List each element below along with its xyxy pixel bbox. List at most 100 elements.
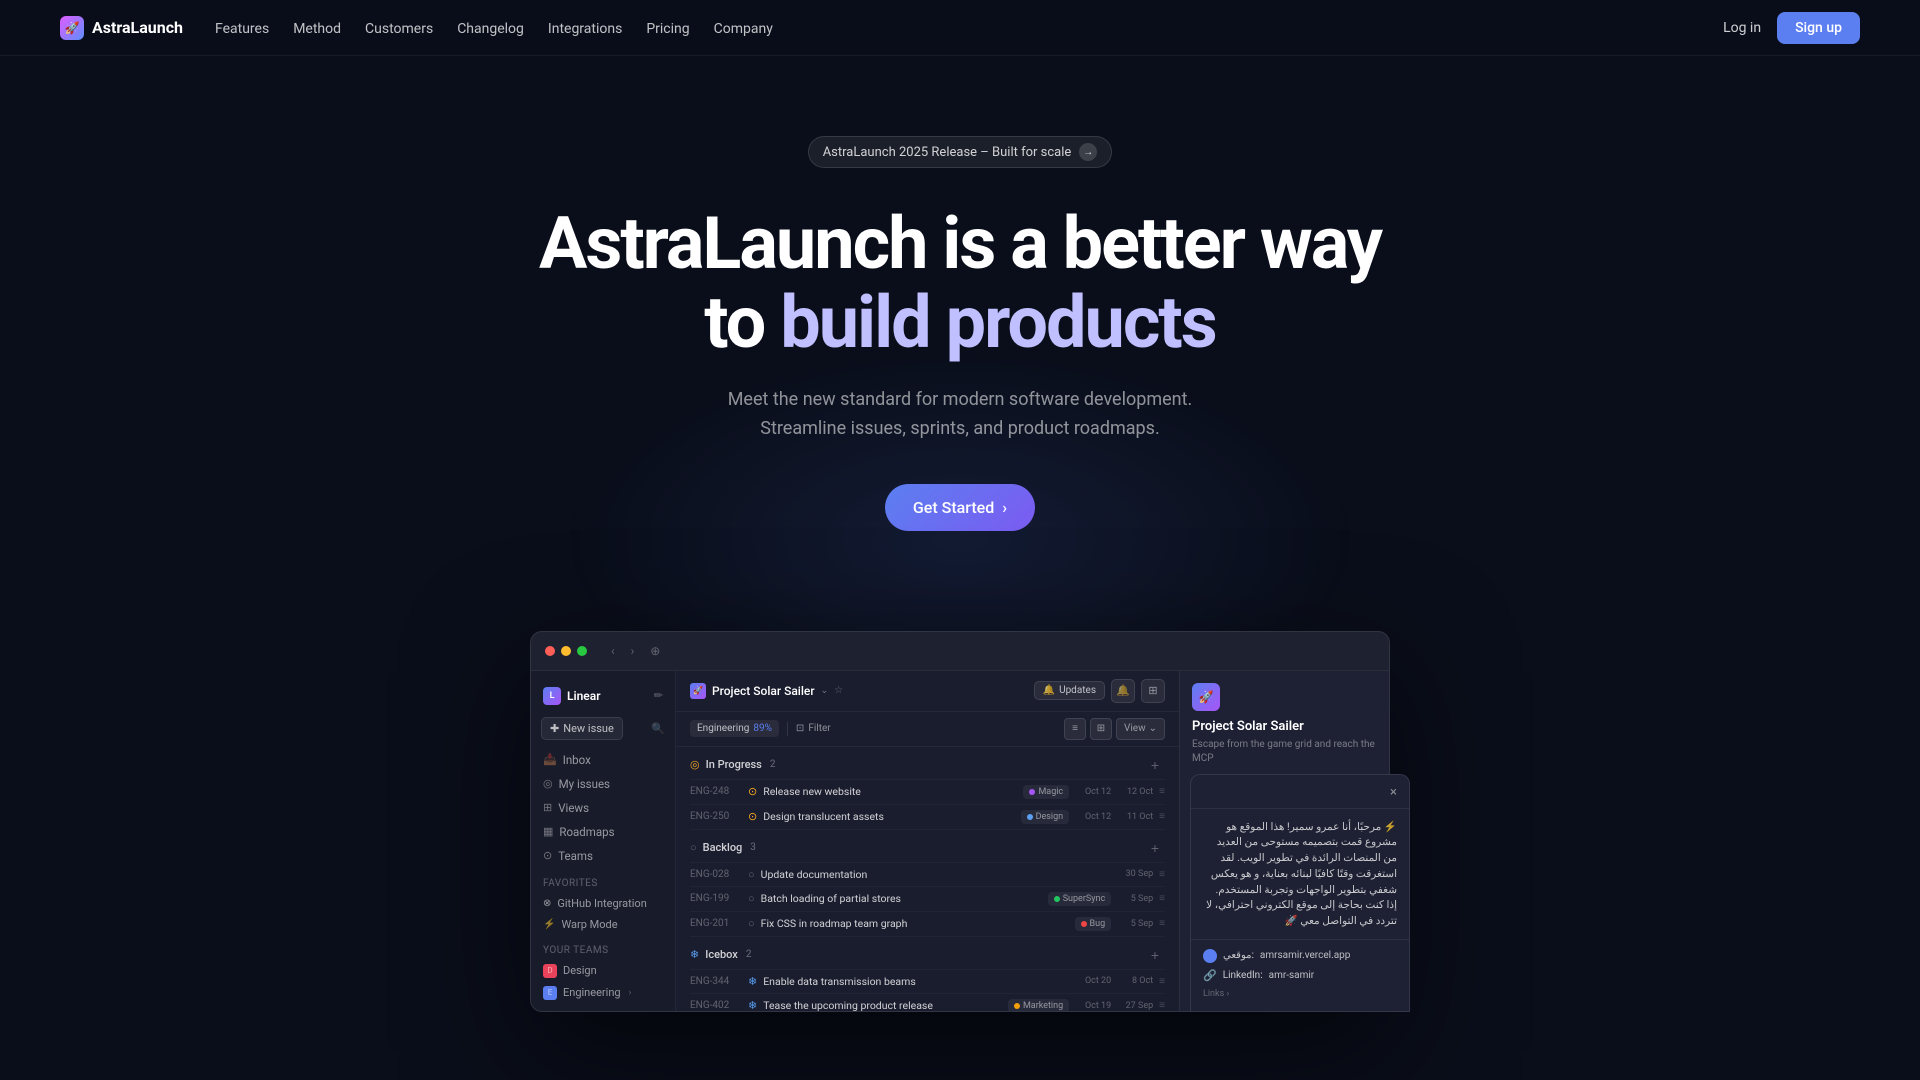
sidebar-team-design[interactable]: D Design [531,960,675,982]
add-in-progress-issue-button[interactable]: + [1145,755,1165,775]
window-back: ‹ [605,642,621,660]
sidebar-search-icon[interactable]: 🔍 [651,722,665,735]
chat-header: × [1191,775,1409,809]
bug-tag-dot [1081,921,1087,927]
design-tag-label: Design [1036,812,1064,822]
sidebar-favorite-github[interactable]: ⊗ GitHub Integration [531,893,675,914]
filter-button[interactable]: ⊡ Filter [796,723,831,734]
issue-248-priority: ≡ [1159,786,1165,797]
sidebar-actions: ✏ [654,689,663,702]
issue-eng-199[interactable]: ENG-199 ○ Batch loading of partial store… [690,887,1165,912]
issue-eng-201[interactable]: ENG-201 ○ Fix CSS in roadmap team graph … [690,912,1165,937]
sidebar-inbox-label: Inbox [563,753,591,767]
issue-344-date2: 8 Oct [1117,976,1153,986]
hero-section: AstraLaunch 2025 Release – Built for sca… [0,56,1920,571]
icebox-group-left: ❄ Icebox 2 [690,948,751,961]
chat-website-link[interactable]: موقعي: amrsamir.vercel.app [1203,946,1397,966]
design-team-icon: D [543,964,557,978]
workspace-name[interactable]: L Linear [543,687,601,705]
sidebar-views-label: Views [558,801,589,815]
hero-subtitle: Meet the new standard for modern softwar… [680,386,1240,444]
marketing-tag-label: Marketing [1023,1001,1063,1011]
in-progress-icon: ◎ [690,758,700,771]
updates-button[interactable]: 🔔 Updates [1034,681,1105,700]
issue-344-date: Oct 20 [1075,976,1111,986]
sidebar-team-engineering[interactable]: E Engineering › [531,982,675,1004]
issue-199-title: Batch loading of partial stores [761,892,1042,905]
issue-id-402: ENG-402 [690,1000,742,1011]
cta-arrow-icon: › [1002,498,1007,517]
nav-pricing[interactable]: Pricing [646,21,689,37]
filter-label: Filter [808,723,830,734]
sidebar-item-my-issues[interactable]: ◎ My issues [531,772,675,796]
cta-button[interactable]: Get Started › [885,484,1035,531]
in-progress-count: 2 [770,759,776,770]
layout-icon[interactable]: ⊞ [1141,679,1165,703]
linkedin-icon: 🔗 [1203,969,1217,982]
window-titlebar: ‹ › ⊕ [531,632,1389,671]
sidebar-github-label: GitHub Integration [557,897,646,910]
issue-344-title: Enable data transmission beams [763,975,1069,988]
issue-344-priority: ≡ [1159,976,1165,987]
nav-features[interactable]: Features [215,21,269,37]
view-dropdown-button[interactable]: View ⌄ [1116,718,1165,740]
signup-button[interactable]: Sign up [1777,12,1860,44]
sidebar-item-inbox[interactable]: 📥 Inbox [531,748,675,772]
in-progress-group: ◎ In Progress 2 + ENG-248 ⊙ Release new … [676,747,1179,830]
marketing-tag-dot [1014,1003,1020,1009]
logo[interactable]: 🚀 AstraLaunch [60,16,183,40]
nav-right: Log in Sign up [1723,12,1860,44]
issue-eng-248[interactable]: ENG-248 ⊙ Release new website Magic Oct … [690,780,1165,805]
panel-project-sub: Escape from the game grid and reach the … [1192,738,1377,766]
sidebar-favorite-warp[interactable]: ⚡ Warp Mode [531,914,675,935]
list-view-button[interactable]: ≡ [1064,718,1086,740]
hero-title-line2: to build products [704,280,1216,365]
sidebar-item-roadmaps[interactable]: ▦ Roadmaps [531,820,675,844]
chat-close-button[interactable]: × [1390,785,1397,800]
add-icebox-issue-button[interactable]: + [1145,945,1165,965]
issue-eng-402[interactable]: ENG-402 ❄ Tease the upcoming product rel… [690,994,1165,1011]
issue-eng-344[interactable]: ENG-344 ❄ Enable data transmission beams… [690,970,1165,994]
backlog-count: 3 [750,842,756,853]
sidebar-item-views[interactable]: ⊞ Views [531,796,675,820]
nav-company[interactable]: Company [714,21,773,37]
workspace-icon-letter: L [550,691,555,701]
sidebar-warp-label: Warp Mode [561,918,617,931]
dot-yellow [561,646,571,656]
views-icon: ⊞ [543,801,552,814]
project-star-icon[interactable]: ☆ [834,685,843,696]
issue-402-status-icon: ❄ [748,999,757,1011]
sidebar-item-teams[interactable]: ⊙ Teams [531,844,675,868]
main-header: 🚀 Project Solar Sailer ⌄ ☆ 🔔 Updates 🔔 [676,671,1179,712]
issue-201-priority: ≡ [1159,918,1165,929]
nav-customers[interactable]: Customers [365,21,433,37]
chat-avatar [1203,949,1217,963]
issue-eng-250[interactable]: ENG-250 ⊙ Design translucent assets Desi… [690,805,1165,830]
window-dots [545,646,587,656]
add-backlog-issue-button[interactable]: + [1145,838,1165,858]
filter-icon: ⊡ [796,723,804,734]
issue-402-title: Tease the upcoming product release [763,999,1002,1011]
nav-changelog[interactable]: Changelog [457,21,524,37]
nav-method[interactable]: Method [293,21,341,37]
issue-eng-028[interactable]: ENG-028 ○ Update documentation 30 Sep ≡ [690,863,1165,887]
notification-bell-icon[interactable]: 🔔 [1111,679,1135,703]
chat-linkedin-link[interactable]: 🔗 LinkedIn: amr-samir [1203,966,1397,985]
sidebar-workspace: L Linear ✏ [531,683,675,713]
links-text: Links › [1203,989,1229,999]
engineering-team-label: Engineering [563,986,621,999]
grid-view-button[interactable]: ⊞ [1090,718,1112,740]
issue-id-250: ENG-250 [690,811,742,822]
issue-248-status-icon: ⊙ [748,785,757,798]
hero-badge[interactable]: AstraLaunch 2025 Release – Built for sca… [808,136,1113,168]
engineering-chevron-icon: › [629,988,632,998]
issue-250-date: Oct 12 [1075,812,1111,822]
nav-links: Features Method Customers Changelog Inte… [215,18,773,37]
compose-icon[interactable]: ✏ [654,689,663,702]
issue-402-tag: Marketing [1008,999,1069,1011]
magic-tag-dot [1029,789,1035,795]
new-issue-button[interactable]: ✚ New issue [541,717,623,740]
login-button[interactable]: Log in [1723,20,1761,36]
subtitle-line2: Streamline issues, sprints, and product … [760,418,1159,439]
nav-integrations[interactable]: Integrations [548,21,622,37]
